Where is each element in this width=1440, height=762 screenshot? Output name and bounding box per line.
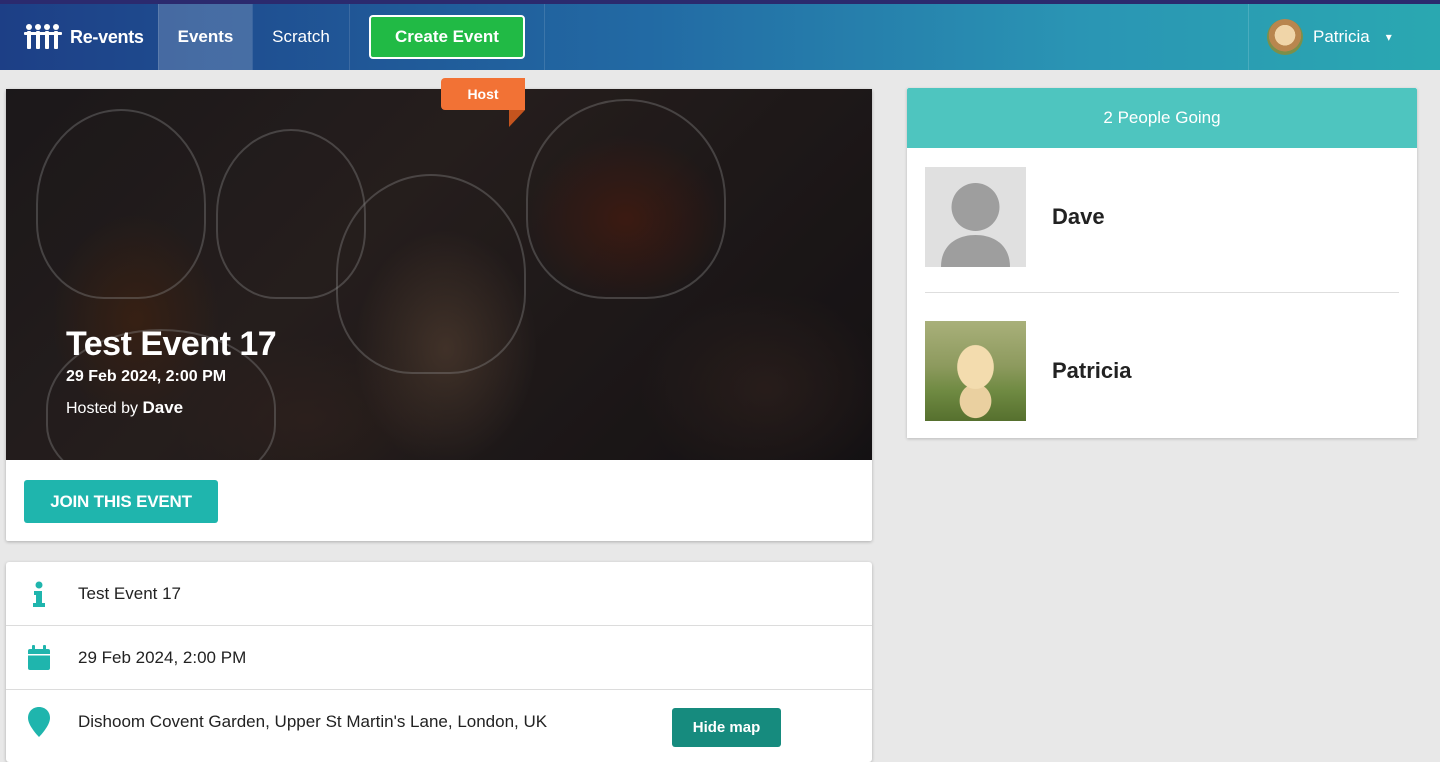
- info-date: 29 Feb 2024, 2:00 PM: [78, 647, 247, 667]
- nav-events[interactable]: Events: [158, 4, 252, 70]
- event-title: Test Event 17: [66, 325, 277, 363]
- create-event-button[interactable]: Create Event: [369, 15, 525, 59]
- create-event-wrapper: Create Event: [349, 4, 545, 70]
- event-host-line: Hosted by Dave: [66, 398, 276, 418]
- brand-logo-icon: [24, 24, 62, 49]
- hero-text: Test Event 17 29 Feb 2024, 2:00 PM Hoste…: [66, 325, 277, 418]
- attendee-avatar-placeholder: [925, 166, 1026, 267]
- top-navbar: Re-vents Events Scratch Create Event Pat…: [0, 0, 1440, 70]
- info-venue: Dishoom Covent Garden, Upper St Martin's…: [78, 712, 548, 731]
- hosted-by-label: Hosted by: [66, 400, 139, 417]
- event-date: 29 Feb 2024, 2:00 PM: [66, 368, 227, 385]
- info-row-date: 29 Feb 2024, 2:00 PM: [6, 626, 872, 690]
- user-silhouette-icon: [941, 182, 1010, 267]
- user-avatar: [1267, 19, 1303, 55]
- info-description: Test Event 17: [78, 583, 182, 603]
- map-marker-icon: [28, 707, 50, 737]
- brand[interactable]: Re-vents: [0, 4, 158, 70]
- host-ribbon: Host: [441, 78, 525, 110]
- event-hero-image: Test Event 17 29 Feb 2024, 2:00 PM Hoste…: [6, 89, 872, 460]
- hide-map-button[interactable]: Hide map: [672, 708, 781, 747]
- attendee-avatar-photo: [925, 320, 1026, 421]
- attendees-panel: 2 People Going Dave Patricia: [907, 88, 1417, 438]
- attendee-item[interactable]: Patricia: [925, 320, 1399, 421]
- attendee-item[interactable]: Dave: [925, 166, 1399, 267]
- event-header-card: Test Event 17 29 Feb 2024, 2:00 PM Hoste…: [6, 89, 872, 541]
- host-name[interactable]: Dave: [143, 398, 184, 417]
- nav-scratch[interactable]: Scratch: [252, 4, 349, 70]
- event-info-card: Test Event 17 29 Feb 2024, 2:00 PM Disho…: [6, 562, 872, 762]
- user-name: Patricia: [1313, 27, 1370, 46]
- brand-name: Re-vents: [70, 26, 144, 47]
- info-row-description: Test Event 17: [6, 562, 872, 626]
- calendar-icon: [28, 644, 50, 670]
- join-event-button[interactable]: JOIN THIS EVENT: [24, 480, 218, 523]
- info-row-venue: Dishoom Covent Garden, Upper St Martin's…: [6, 690, 872, 754]
- info-icon: [33, 581, 45, 607]
- attendees-header: 2 People Going: [907, 88, 1417, 148]
- user-menu[interactable]: Patricia ▾: [1248, 4, 1440, 70]
- chevron-down-icon: ▾: [1385, 30, 1392, 44]
- attendee-divider: [925, 292, 1399, 293]
- attendee-name: Patricia: [1052, 357, 1132, 383]
- host-ribbon-fold: [509, 110, 525, 127]
- attendee-name: Dave: [1052, 203, 1105, 229]
